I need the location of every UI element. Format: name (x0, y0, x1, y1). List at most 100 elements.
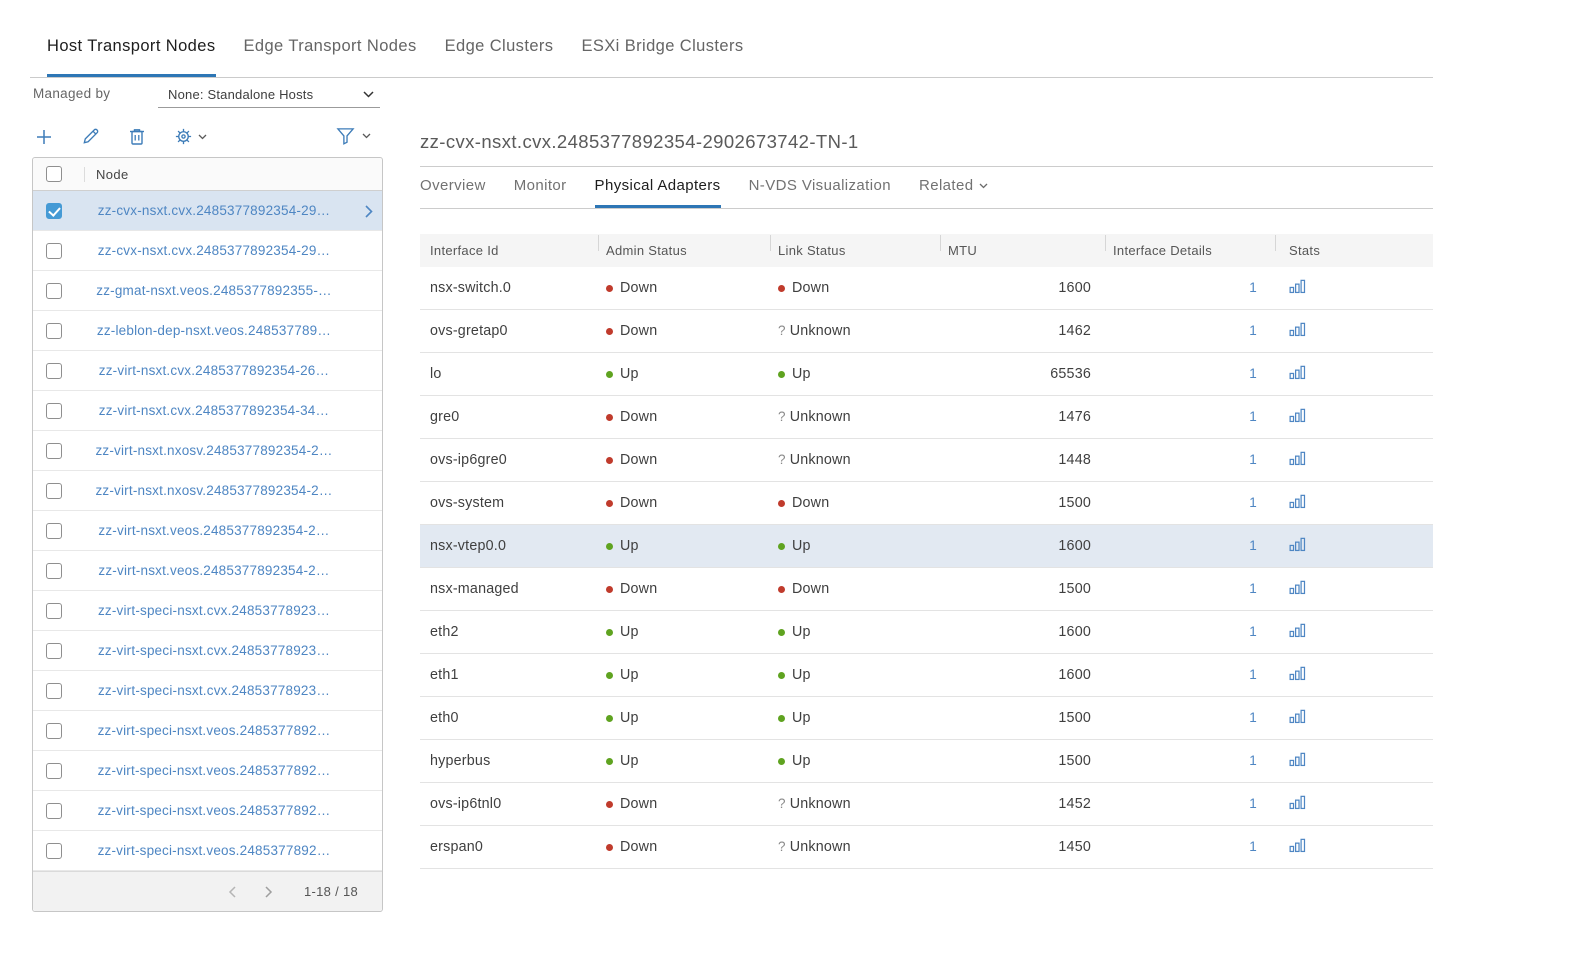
interface-row[interactable]: ovs-system ? Down ? Down 1500 1 (420, 482, 1433, 525)
node-checkbox[interactable] (46, 723, 62, 739)
tab-host-transport-nodes[interactable]: Host Transport Nodes (47, 36, 216, 77)
node-list-item[interactable]: zz-cvx-nsxt.cvx.2485377892354-29… (33, 231, 382, 271)
interface-details-link[interactable]: 1 (1249, 581, 1257, 596)
node-link[interactable]: zz-virt-nsxt.nxosv.2485377892354-2… (62, 443, 382, 458)
node-list-item[interactable]: zz-virt-nsxt.cvx.2485377892354-34… (33, 391, 382, 431)
managed-by-select[interactable]: None: Standalone Hosts (158, 82, 380, 108)
interface-details-link[interactable]: 1 (1249, 796, 1257, 811)
interface-row[interactable]: gre0 ? Down ? Unknown 1476 1 (420, 396, 1433, 439)
interface-row[interactable]: nsx-vtep0.0 ? Up ? Up 1600 1 (420, 525, 1433, 568)
node-link[interactable]: zz-virt-nsxt.cvx.2485377892354-26… (62, 363, 382, 378)
stats-chart-icon[interactable] (1289, 666, 1306, 681)
delete-button[interactable] (128, 127, 146, 146)
stats-chart-icon[interactable] (1289, 709, 1306, 724)
node-list-item[interactable]: zz-virt-speci-nsxt.veos.2485377892… (33, 751, 382, 791)
node-link[interactable]: zz-gmat-nsxt.veos.2485377892355-… (62, 283, 382, 298)
tab-esxi-bridge-clusters[interactable]: ESXi Bridge Clusters (581, 36, 743, 77)
detail-tab-related[interactable]: Related (919, 177, 989, 208)
detail-tab-overview[interactable]: Overview (420, 177, 486, 208)
node-list-item[interactable]: zz-virt-nsxt.nxosv.2485377892354-2… (33, 471, 382, 511)
node-checkbox[interactable] (46, 563, 62, 579)
stats-chart-icon[interactable] (1289, 365, 1306, 380)
node-checkbox[interactable] (46, 403, 62, 419)
interface-details-link[interactable]: 1 (1249, 753, 1257, 768)
node-link[interactable]: zz-virt-speci-nsxt.cvx.24853778923… (62, 683, 382, 698)
interface-row[interactable]: ovs-ip6tnl0 ? Down ? Unknown 1452 1 (420, 783, 1433, 826)
node-checkbox[interactable] (46, 843, 62, 859)
interface-row[interactable]: ovs-gretap0 ? Down ? Unknown 1462 1 (420, 310, 1433, 353)
node-list-item[interactable]: zz-virt-speci-nsxt.veos.2485377892… (33, 791, 382, 831)
detail-tab-monitor[interactable]: Monitor (514, 177, 567, 208)
next-page-button[interactable] (256, 886, 282, 898)
interface-row[interactable]: eth1 ? Up ? Up 1600 1 (420, 654, 1433, 697)
detail-tab-physical-adapters[interactable]: Physical Adapters (595, 177, 721, 208)
edit-button[interactable] (81, 127, 100, 146)
node-link[interactable]: zz-virt-speci-nsxt.veos.2485377892… (62, 763, 382, 778)
node-list-item[interactable]: zz-virt-speci-nsxt.veos.2485377892… (33, 711, 382, 751)
node-link[interactable]: zz-cvx-nsxt.cvx.2485377892354-29… (62, 203, 382, 218)
node-list-item[interactable]: zz-cvx-nsxt.cvx.2485377892354-29… (33, 191, 382, 231)
node-link[interactable]: zz-virt-nsxt.cvx.2485377892354-34… (62, 403, 382, 418)
node-link[interactable]: zz-virt-speci-nsxt.veos.2485377892… (62, 723, 382, 738)
node-link[interactable]: zz-virt-speci-nsxt.cvx.24853778923… (62, 643, 382, 658)
interface-row[interactable]: eth0 ? Up ? Up 1500 1 (420, 697, 1433, 740)
interface-details-link[interactable]: 1 (1249, 538, 1257, 553)
interface-details-link[interactable]: 1 (1249, 409, 1257, 424)
node-checkbox[interactable] (46, 803, 62, 819)
filter-button[interactable] (336, 127, 371, 145)
interface-row[interactable]: erspan0 ? Down ? Unknown 1450 1 (420, 826, 1433, 869)
interface-details-link[interactable]: 1 (1249, 710, 1257, 725)
interface-row[interactable]: eth2 ? Up ? Up 1600 1 (420, 611, 1433, 654)
node-checkbox[interactable] (46, 763, 62, 779)
node-list-item[interactable]: zz-virt-nsxt.nxosv.2485377892354-2… (33, 431, 382, 471)
node-checkbox[interactable] (46, 443, 62, 459)
node-checkbox[interactable] (46, 363, 62, 379)
interface-row[interactable]: nsx-switch.0 ? Down ? Down 1600 1 (420, 267, 1433, 310)
node-checkbox[interactable] (46, 643, 62, 659)
stats-chart-icon[interactable] (1289, 838, 1306, 853)
stats-chart-icon[interactable] (1289, 752, 1306, 767)
node-checkbox[interactable] (46, 243, 62, 259)
interface-details-link[interactable]: 1 (1249, 323, 1257, 338)
settings-button[interactable] (174, 127, 207, 146)
node-list-item[interactable]: zz-virt-speci-nsxt.cvx.24853778923… (33, 591, 382, 631)
interface-row[interactable]: nsx-managed ? Down ? Down 1500 1 (420, 568, 1433, 611)
node-list-item[interactable]: zz-leblon-dep-nsxt.veos.248537789… (33, 311, 382, 351)
stats-chart-icon[interactable] (1289, 451, 1306, 466)
interface-details-link[interactable]: 1 (1249, 452, 1257, 467)
node-checkbox[interactable] (46, 683, 62, 699)
node-list-item[interactable]: zz-virt-speci-nsxt.veos.2485377892… (33, 831, 382, 871)
prev-page-button[interactable] (220, 886, 246, 898)
stats-chart-icon[interactable] (1289, 494, 1306, 509)
node-checkbox[interactable] (46, 283, 62, 299)
node-list-item[interactable]: zz-virt-speci-nsxt.cvx.24853778923… (33, 671, 382, 711)
interface-row[interactable]: ovs-ip6gre0 ? Down ? Unknown 1448 1 (420, 439, 1433, 482)
node-checkbox[interactable] (46, 603, 62, 619)
interface-details-link[interactable]: 1 (1249, 366, 1257, 381)
node-checkbox[interactable] (46, 323, 62, 339)
interface-row[interactable]: lo ? Up ? Up 65536 1 (420, 353, 1433, 396)
add-button[interactable] (35, 128, 53, 146)
node-link[interactable]: zz-virt-speci-nsxt.veos.2485377892… (62, 803, 382, 818)
node-checkbox[interactable] (46, 203, 62, 219)
interface-details-link[interactable]: 1 (1249, 839, 1257, 854)
node-list-item[interactable]: zz-gmat-nsxt.veos.2485377892355-… (33, 271, 382, 311)
select-all-checkbox[interactable] (46, 166, 62, 182)
node-list-item[interactable]: zz-virt-speci-nsxt.cvx.24853778923… (33, 631, 382, 671)
interface-details-link[interactable]: 1 (1249, 667, 1257, 682)
node-link[interactable]: zz-leblon-dep-nsxt.veos.248537789… (62, 323, 382, 338)
node-link[interactable]: zz-virt-speci-nsxt.veos.2485377892… (62, 843, 382, 858)
node-link[interactable]: zz-virt-nsxt.veos.2485377892354-2… (62, 563, 382, 578)
stats-chart-icon[interactable] (1289, 279, 1306, 294)
node-checkbox[interactable] (46, 483, 62, 499)
tab-edge-transport-nodes[interactable]: Edge Transport Nodes (244, 36, 417, 77)
stats-chart-icon[interactable] (1289, 408, 1306, 423)
stats-chart-icon[interactable] (1289, 537, 1306, 552)
node-link[interactable]: zz-cvx-nsxt.cvx.2485377892354-29… (62, 243, 382, 258)
interface-details-link[interactable]: 1 (1249, 495, 1257, 510)
stats-chart-icon[interactable] (1289, 623, 1306, 638)
node-link[interactable]: zz-virt-nsxt.veos.2485377892354-2… (62, 523, 382, 538)
node-list-item[interactable]: zz-virt-nsxt.cvx.2485377892354-26… (33, 351, 382, 391)
node-link[interactable]: zz-virt-speci-nsxt.cvx.24853778923… (62, 603, 382, 618)
detail-tab-n-vds-visualization[interactable]: N-VDS Visualization (749, 177, 891, 208)
